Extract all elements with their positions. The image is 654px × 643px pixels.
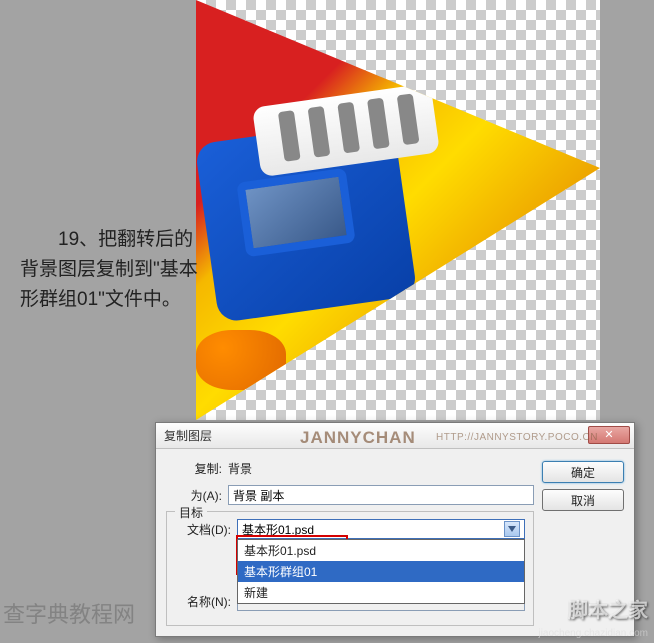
image-background [196,0,600,420]
watermark-bottom-right: 脚本之家 [568,594,648,623]
target-legend: 目标 [175,504,207,521]
dialog-body: 复制: 背景 为(A): 目标 文档(D): 基本形01.psd [156,449,634,636]
triangle-clipped-image [196,0,600,420]
copy-label: 复制: [166,460,228,477]
dropdown-arrow-icon [504,521,520,537]
toy-truck-roof [252,83,440,177]
target-fieldset: 目标 文档(D): 基本形01.psd 基本形01.psd 基本形群组01 [166,511,534,626]
toy-truck-windshield [236,168,355,258]
duplicate-layer-dialog: 复制图层 ✕ 复制: 背景 为(A): 目标 文档(D): 基本形01.psd [155,422,635,637]
canvas-transparency-area [196,0,600,420]
document-dropdown-wrapper: 基本形01.psd 基本形01.psd 基本形群组01 新建 [237,519,525,539]
watermark-brand: JANNYCHAN [300,428,416,448]
as-label: 为(A): [166,487,228,504]
document-dropdown-list: 基本形01.psd 基本形群组01 新建 [237,539,525,604]
document-label: 文档(D): [175,521,237,538]
document-dropdown[interactable]: 基本形01.psd [237,519,525,539]
as-row: 为(A): [166,484,534,506]
step-instruction: 19、把翻转后的背景图层复制到"基本形群组01"文件中。 [20,225,200,315]
document-row: 文档(D): 基本形01.psd 基本形01.psd 基本形群组01 新建 [175,518,525,540]
copy-value: 背景 [228,460,252,477]
name-label: 名称(N): [175,593,237,610]
dialog-title: 复制图层 [164,427,212,444]
ok-button[interactable]: 确定 [542,461,624,483]
dropdown-option-0[interactable]: 基本形01.psd [238,540,524,561]
dropdown-option-1[interactable]: 基本形群组01 [238,561,524,582]
toy-orange-parts [196,330,286,390]
copy-row: 复制: 背景 [166,457,534,479]
watermark-bottom-sub: jiaocheng.chazidian.com [538,628,648,639]
cancel-button[interactable]: 取消 [542,489,624,511]
dropdown-option-2[interactable]: 新建 [238,582,524,603]
watermark-url: HTTP://JANNYSTORY.POCO.CN [436,432,598,443]
watermark-bottom-left: 查字典教程网 [3,597,135,629]
document-dropdown-value: 基本形01.psd [242,521,314,538]
as-input[interactable] [228,485,534,505]
dialog-left-column: 复制: 背景 为(A): 目标 文档(D): 基本形01.psd [166,457,534,626]
